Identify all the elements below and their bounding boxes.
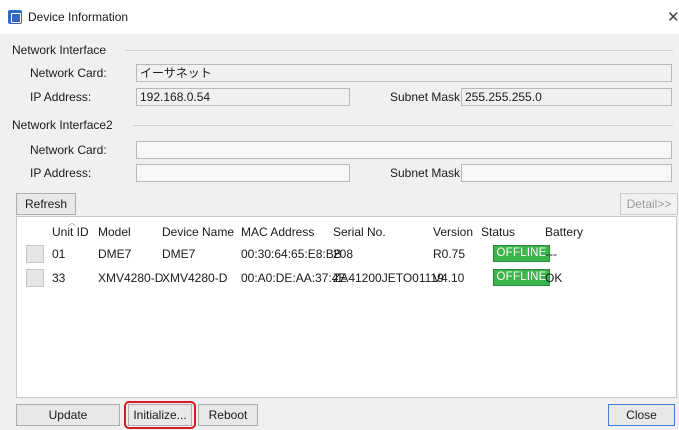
cell-battery: --- [545, 247, 557, 261]
table-row[interactable]: 33 XMV4280-D XMV4280-D 00:A0:DE:AA:37:4E… [17, 267, 676, 289]
cell-unit-id: 33 [52, 271, 66, 285]
cell-model: XMV4280-D [98, 271, 164, 285]
network-card-field-2 [136, 141, 672, 159]
column-version[interactable]: Version [433, 225, 473, 239]
subnet-mask-field: 255.255.255.0 [461, 88, 672, 106]
column-serial-no[interactable]: Serial No. [333, 225, 386, 239]
row-select-checkbox[interactable] [26, 269, 44, 287]
title-bar: Device Information ✕ [0, 0, 679, 34]
table-row[interactable]: 01 DME7 DME7 00:30:64:65:E8:BB 208 R0.75… [17, 243, 676, 265]
ip-address-field-2 [136, 164, 350, 182]
initialize-button[interactable]: Initialize... [128, 404, 192, 426]
reboot-button[interactable]: Reboot [198, 404, 258, 426]
update-firmware-button[interactable]: Update Firmware... [16, 404, 120, 430]
subnet-mask-label-2: Subnet Mask: [390, 166, 464, 180]
cell-model: DME7 [98, 247, 132, 261]
column-model[interactable]: Model [98, 225, 131, 239]
close-icon[interactable]: ✕ [667, 8, 679, 24]
cell-version: V4.10 [433, 271, 465, 285]
group-divider [133, 125, 673, 126]
app-icon [8, 10, 22, 24]
cell-battery: OK [545, 271, 563, 285]
ip-address-field: 192.168.0.54 [136, 88, 350, 106]
network-interface-title: Network Interface [12, 43, 107, 57]
cell-serial-no: 208 [333, 247, 354, 261]
network-card-label-2: Network Card: [30, 143, 107, 157]
cell-version: R0.75 [433, 247, 466, 261]
cell-device-name: XMV4280-D [162, 271, 228, 285]
detail-button[interactable]: Detail>> [620, 193, 678, 215]
column-status[interactable]: Status [481, 225, 515, 239]
ip-address-label-2: IP Address: [30, 166, 92, 180]
network-card-label: Network Card: [30, 66, 107, 80]
refresh-button[interactable]: Refresh [16, 193, 76, 215]
device-information-window: Device Information ✕ Network Interface N… [0, 0, 679, 430]
subnet-mask-label: Subnet Mask: [390, 90, 464, 104]
close-button[interactable]: Close [608, 404, 675, 426]
ip-address-label: IP Address: [30, 90, 92, 104]
device-table: ︿ Unit ID Model Device Name MAC Address … [16, 216, 677, 398]
status-badge: OFFLINE [493, 245, 550, 262]
column-unit-id[interactable]: Unit ID [52, 225, 89, 239]
cell-mac-address: 00:A0:DE:AA:37:4E [241, 271, 347, 285]
network-interface2-title: Network Interface2 [12, 118, 113, 132]
column-battery[interactable]: Battery [545, 225, 583, 239]
cell-serial-no: ZA41200JETO01119 [333, 271, 444, 285]
column-device-name[interactable]: Device Name [162, 225, 234, 239]
status-badge: OFFLINE [493, 269, 550, 286]
cell-unit-id: 01 [52, 247, 66, 261]
network-card-field: イーサネット [136, 64, 672, 82]
group-divider [125, 50, 673, 51]
subnet-mask-field-2 [461, 164, 672, 182]
cell-mac-address: 00:30:64:65:E8:BB [241, 247, 342, 261]
column-mac-address[interactable]: MAC Address [241, 225, 314, 239]
window-title: Device Information [28, 10, 129, 24]
row-select-checkbox[interactable] [26, 245, 44, 263]
cell-device-name: DME7 [162, 247, 196, 261]
